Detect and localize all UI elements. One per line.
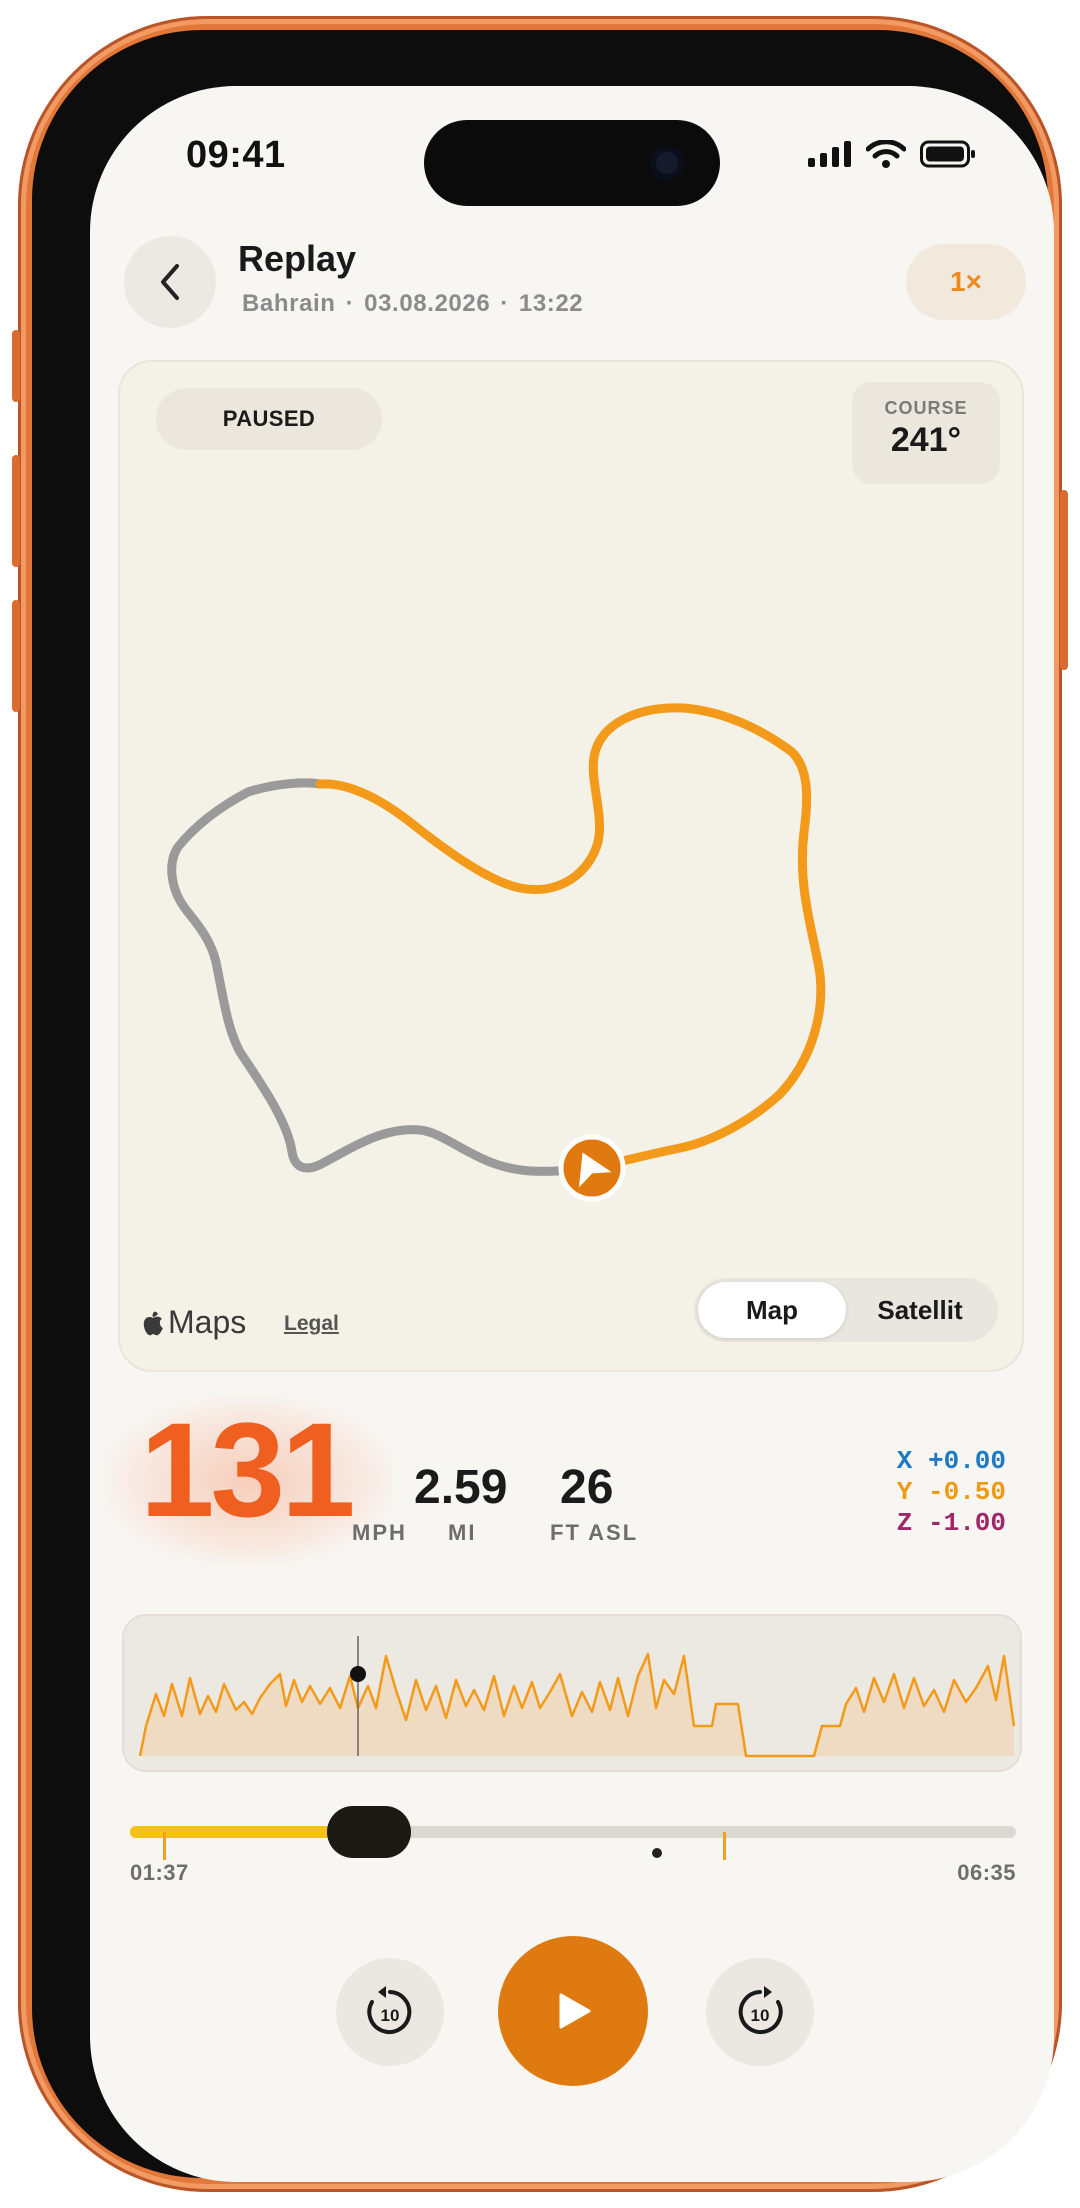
distance-value: 2.59 (414, 1461, 508, 1514)
session-time: 13:22 (518, 290, 584, 317)
accel-z-axis: Z (896, 1508, 913, 1538)
status-icons (808, 140, 976, 168)
course-label: COURSE (884, 398, 968, 418)
playback-speed-button[interactable]: 1× (906, 244, 1026, 320)
accel-y-value: -0.50 (927, 1477, 1006, 1507)
cellular-signal-icon (808, 141, 851, 167)
volume-up-button (12, 455, 20, 567)
speed-trace[interactable] (122, 1614, 1022, 1772)
separator: · (345, 290, 355, 317)
start-marker (163, 1832, 166, 1860)
speed-trace-graph (138, 1636, 1016, 1758)
event-marker (652, 1848, 662, 1858)
battery-icon (920, 140, 975, 168)
play-icon (559, 1993, 591, 2029)
session-date: 03.08.2026 (364, 290, 491, 317)
apple-logo-icon (143, 1311, 163, 1335)
skip-back-10-icon: 10 (367, 1986, 412, 2034)
accel-z-value: -1.00 (927, 1508, 1006, 1538)
playback-state-badge: PAUSED (156, 388, 382, 450)
skip-forward-button[interactable]: 10 (706, 1958, 814, 2066)
accelerometer-readout: X +0.00 Y -0.50 Z -1.00 (897, 1446, 1006, 1539)
screen: 09:41 Replay Bahrain · 03.08.2026 · 13:2… (90, 86, 1054, 2182)
skip-forward-10-icon: 10 (738, 1986, 783, 2034)
phone-bezel: 09:41 Replay Bahrain · 03.08.2026 · 13:2… (32, 30, 1054, 2182)
map-view[interactable]: PAUSED COURSE 241° Maps Legal Map Satell… (118, 360, 1024, 1372)
track-remaining (315, 703, 826, 1173)
accel-y-row: Y -0.50 (897, 1477, 1006, 1508)
legal-link[interactable]: Legal (284, 1312, 339, 1336)
track-map (167, 703, 826, 1202)
speed-value: 131 (140, 1396, 356, 1545)
skip-back-seconds: 10 (381, 2006, 400, 2025)
play-button[interactable] (498, 1936, 648, 2086)
session-subtitle: Bahrain · 03.08.2026 · 13:22 (242, 290, 583, 318)
speed-unit: MPH (352, 1520, 407, 1545)
accel-x-row: X +0.00 (897, 1446, 1006, 1477)
maps-label: Maps (168, 1304, 247, 1340)
back-button[interactable] (124, 236, 216, 328)
separator: · (500, 290, 509, 317)
timeline-end-time: 06:35 (957, 1860, 1016, 1885)
distance-unit: MI (448, 1520, 477, 1545)
timeline-scrubber-thumb[interactable] (327, 1806, 412, 1858)
dynamic-island (424, 120, 720, 206)
course-readout: COURSE 241° (852, 382, 1000, 484)
skip-forward-seconds: 10 (751, 2006, 770, 2025)
page-title: Replay (238, 238, 357, 279)
altitude-unit: FT ASL (550, 1520, 639, 1545)
speed-trace-cursor-dot (350, 1666, 366, 1682)
accel-z-row: Z -1.00 (897, 1508, 1006, 1539)
wifi-icon (866, 140, 906, 168)
status-time: 09:41 (186, 134, 286, 176)
track-completed (167, 778, 597, 1176)
course-value: 241° (890, 421, 962, 459)
skip-back-button[interactable]: 10 (336, 1958, 444, 2066)
maps-attribution: Maps (142, 1304, 246, 1341)
satellite-option[interactable]: Satellit (846, 1282, 994, 1338)
altitude-value: 26 (560, 1461, 614, 1514)
session-location: Bahrain (242, 290, 336, 317)
accel-x-value: +0.00 (927, 1446, 1006, 1476)
accel-y-axis: Y (896, 1477, 913, 1507)
map-type-toggle[interactable]: Map Satellit (694, 1278, 998, 1342)
chevron-left-icon (161, 264, 179, 300)
action-button (12, 330, 20, 402)
volume-down-button (12, 600, 20, 712)
end-marker (723, 1832, 726, 1860)
power-button (1060, 490, 1068, 670)
timeline-start-time: 01:37 (130, 1860, 189, 1885)
accel-x-axis: X (896, 1446, 913, 1476)
camera-icon (650, 146, 684, 180)
map-option[interactable]: Map (698, 1282, 846, 1338)
